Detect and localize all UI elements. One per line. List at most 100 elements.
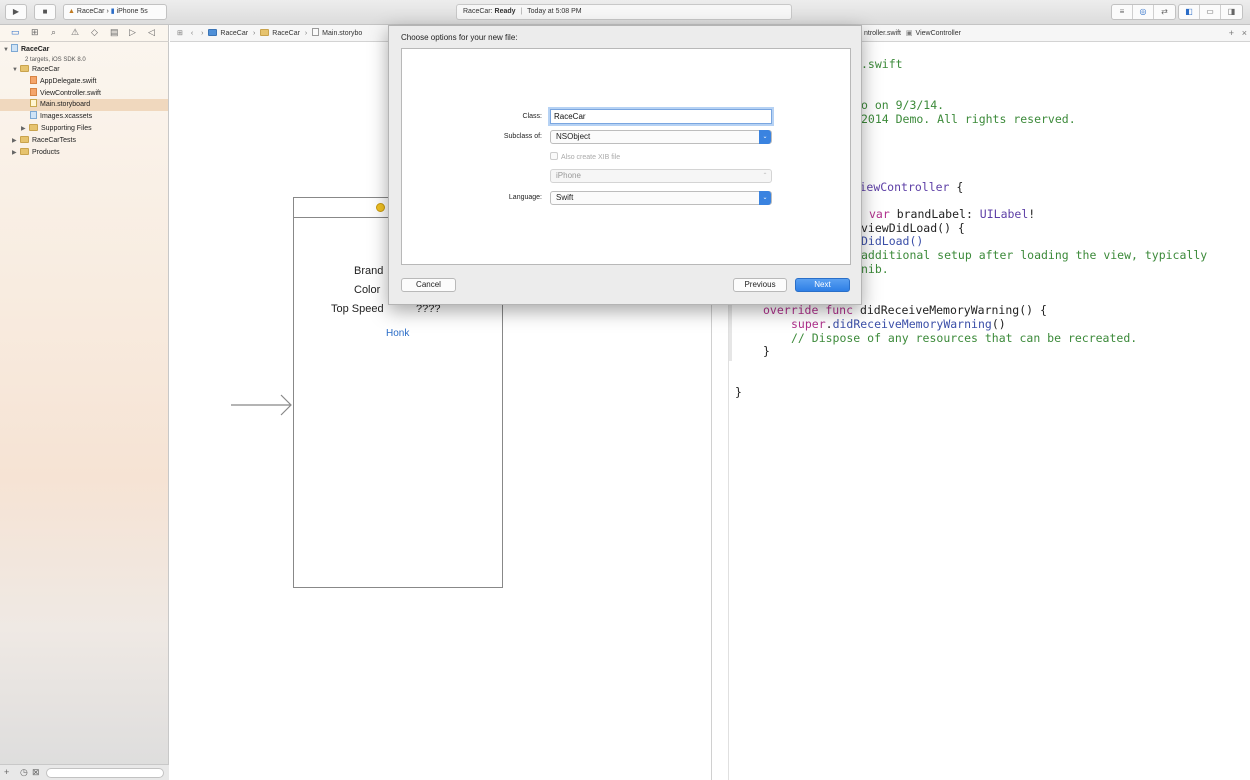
asset-catalog-icon — [30, 111, 37, 119]
cancel-button[interactable]: Cancel — [401, 278, 456, 292]
code-line: additional setup after loading the view,… — [861, 248, 1207, 262]
code-line: } — [763, 344, 770, 358]
class-label: Class: — [522, 113, 542, 120]
subclass-popup[interactable]: NSObject ⌄ — [550, 130, 772, 144]
previous-button[interactable]: Previous — [733, 278, 787, 292]
editor-mode-control: ≡ ◎ ⇄ — [1111, 4, 1176, 20]
project-navigator: ▭ ⊞ ⌕ ⚠ ◇ ▤ ▷ ◁ ▼ RaceCar 2 targets, iOS … — [0, 25, 169, 780]
disclosure-open-icon: ▼ — [3, 47, 9, 53]
breadcrumb-separator: › — [253, 30, 256, 37]
filter-input[interactable] — [46, 768, 164, 778]
code-token: brandLabel: — [889, 207, 980, 221]
add-editor-button[interactable]: + — [1229, 25, 1234, 41]
play-icon[interactable]: ▶ — [5, 4, 27, 20]
language-popup[interactable]: Swift ⌄ — [550, 191, 772, 205]
code-jump-bar: ntroller.swift ▣ ViewController + × — [862, 25, 1250, 42]
code-line: DidLoad() — [861, 234, 923, 248]
debug-toggle-icon[interactable]: ▭ — [1200, 5, 1221, 19]
tree-item-racecar-group[interactable]: ▼ RaceCar — [12, 64, 168, 76]
utilities-toggle-icon[interactable]: ◨ — [1221, 5, 1242, 19]
swift-file-icon — [30, 88, 37, 96]
version-editor-icon[interactable]: ⇄ — [1154, 5, 1175, 19]
dialog-title: Choose options for your new file: — [401, 33, 518, 42]
code-line: super.didReceiveMemoryWarning() — [791, 317, 1006, 331]
scheme-name: RaceCar — [76, 8, 105, 15]
breadcrumb-class[interactable]: ViewController — [916, 30, 961, 37]
navigator-toggle-icon[interactable]: ◧ — [1179, 5, 1200, 19]
stop-icon[interactable]: ■ — [34, 4, 56, 20]
symbol-icon[interactable]: ⊞ — [31, 27, 39, 38]
storyboard-jump-bar: ⊞ ‹ › RaceCar › RaceCar › Main.storybo — [170, 25, 388, 42]
project-icon — [11, 44, 18, 52]
next-button[interactable]: Next — [795, 278, 850, 292]
device-icon: ▮ — [110, 8, 115, 15]
tree-item-supporting-files[interactable]: ▶ Supporting Files — [21, 123, 168, 135]
code-token: func — [825, 303, 854, 317]
device-popup[interactable]: iPhone ⌃ — [550, 169, 772, 183]
report-icon[interactable]: ◁ — [148, 27, 155, 38]
add-icon[interactable]: + — [4, 767, 9, 777]
subclass-label: Subclass of: — [503, 133, 542, 140]
view-controller-icon[interactable] — [376, 203, 385, 212]
new-file-dialog: Choose options for your new file: Class:… — [388, 25, 862, 305]
search-icon[interactable]: ⌕ — [51, 27, 56, 38]
folder-icon — [29, 124, 38, 131]
code-token: { — [949, 180, 964, 194]
scheme-selector[interactable]: ▲ RaceCar › ▮ iPhone 5s — [63, 4, 167, 20]
honk-button[interactable]: Honk — [386, 328, 409, 339]
folder-icon — [260, 29, 270, 36]
navigator-filter-bar: + ◷ ⊠ — [0, 764, 169, 780]
project-icon — [208, 29, 218, 36]
code-line: } — [735, 385, 742, 399]
view-toggle-control: ◧ ▭ ◨ — [1178, 4, 1243, 20]
status-project: RaceCar: — [463, 8, 493, 15]
create-xib-label: Also create XIB file — [561, 154, 621, 161]
debug-icon[interactable]: ▤ — [110, 27, 119, 38]
close-icon[interactable]: × — [1242, 25, 1247, 41]
standard-editor-icon[interactable]: ≡ — [1112, 5, 1133, 19]
tree-item-main-storyboard[interactable]: Main.storyboard — [0, 99, 168, 111]
tree-item-appdelegate[interactable]: AppDelegate.swift — [30, 76, 168, 88]
language-value: Swift — [556, 193, 574, 202]
code-token: super — [791, 317, 826, 331]
code-token: viewDidLoad() { — [861, 221, 965, 235]
folder-icon[interactable]: ▭ — [11, 27, 20, 38]
code-line: .swift — [861, 57, 903, 71]
warning-icon[interactable]: ⚠ — [71, 27, 79, 38]
tree-item-products[interactable]: ▶ Products — [12, 147, 168, 159]
breadcrumb-file[interactable]: Main.storybo — [322, 30, 362, 37]
breakpoint-icon[interactable]: ▷ — [129, 27, 136, 38]
brand-label[interactable]: Brand — [354, 265, 383, 277]
code-line: viewDidLoad() { — [861, 221, 965, 235]
checkbox-icon — [550, 152, 558, 160]
breadcrumb-project[interactable]: RaceCar — [220, 30, 248, 37]
assistant-editor-icon[interactable]: ◎ — [1133, 5, 1154, 19]
create-xib-checkbox[interactable]: Also create XIB file — [550, 152, 620, 161]
tree-item-images-xcassets[interactable]: Images.xcassets — [30, 111, 168, 123]
class-name-field[interactable]: RaceCar — [550, 109, 772, 124]
breadcrumb-group[interactable]: RaceCar — [272, 30, 300, 37]
tree-item-racecartests[interactable]: ▶ RaceCarTests — [12, 135, 168, 147]
breadcrumb-source-file[interactable]: ntroller.swift — [864, 30, 901, 37]
device-name: iPhone 5s — [116, 8, 148, 15]
code-token: var — [869, 207, 890, 221]
code-token: didReceiveMemoryWarning — [832, 317, 992, 331]
related-items-icon[interactable]: ⊞ — [177, 30, 183, 37]
code-token: UILabel — [979, 207, 1029, 221]
class-icon: ▣ — [905, 30, 913, 37]
recent-icon[interactable]: ◷ — [20, 767, 28, 778]
code-line: override func didReceiveMemoryWarning() … — [763, 303, 1047, 317]
folder-icon — [20, 65, 29, 72]
project-row[interactable]: ▼ RaceCar 2 targets, iOS SDK 8.0 — [3, 44, 86, 64]
test-icon[interactable]: ◇ — [91, 27, 98, 38]
code-token: o on 9/3/14. — [861, 98, 945, 112]
top-speed-label[interactable]: Top Speed — [331, 303, 384, 315]
scm-icon[interactable]: ⊠ — [32, 767, 40, 778]
forward-icon[interactable]: › — [201, 30, 203, 37]
disclosure-closed-icon: ▶ — [12, 150, 17, 156]
language-label: Language: — [508, 194, 542, 201]
back-icon[interactable]: ‹ — [191, 30, 193, 37]
chevron-updown-icon: ⌄ — [759, 130, 771, 144]
color-label[interactable]: Color — [354, 284, 380, 296]
status-separator: | — [520, 8, 523, 15]
